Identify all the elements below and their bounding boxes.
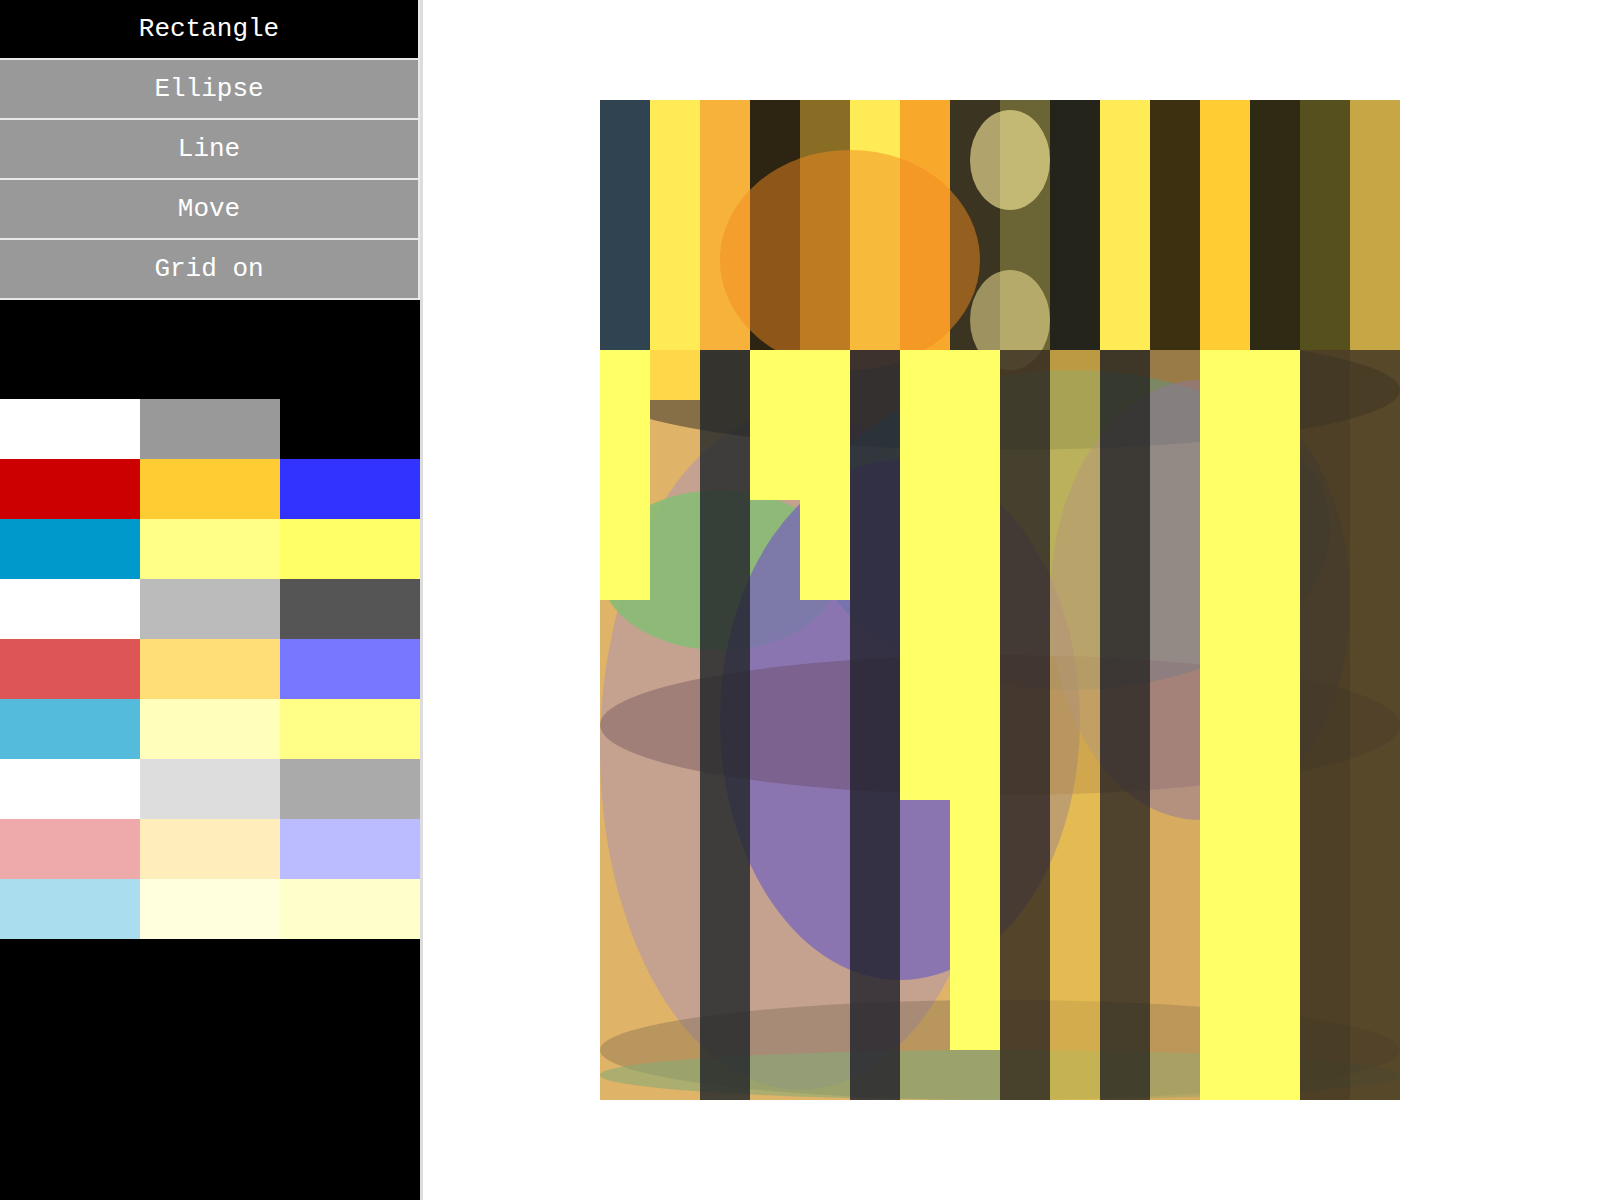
drawing-canvas[interactable] xyxy=(600,100,1400,1100)
tool-button[interactable]: Rectangle xyxy=(0,0,420,60)
color-swatch[interactable] xyxy=(140,639,280,699)
color-swatch[interactable] xyxy=(0,879,140,939)
color-swatch[interactable] xyxy=(280,819,420,879)
color-swatch[interactable] xyxy=(140,759,280,819)
color-swatch[interactable] xyxy=(0,819,140,879)
color-swatch[interactable] xyxy=(140,699,280,759)
tool-button[interactable]: Grid on xyxy=(0,240,420,300)
color-swatch[interactable] xyxy=(280,519,420,579)
tool-button[interactable]: Move xyxy=(0,180,420,240)
color-swatch[interactable] xyxy=(280,399,420,459)
color-swatch[interactable] xyxy=(140,579,280,639)
color-swatch[interactable] xyxy=(280,639,420,699)
color-swatch[interactable] xyxy=(140,459,280,519)
color-swatch[interactable] xyxy=(280,759,420,819)
color-swatch[interactable] xyxy=(0,579,140,639)
color-swatch[interactable] xyxy=(0,699,140,759)
color-swatch[interactable] xyxy=(140,399,280,459)
color-swatch[interactable] xyxy=(0,519,140,579)
sidebar: RectangleEllipseLineMoveGrid on xyxy=(0,0,423,1200)
spacer xyxy=(0,300,420,399)
color-swatch[interactable] xyxy=(140,519,280,579)
toolbar: RectangleEllipseLineMoveGrid on xyxy=(0,0,420,300)
color-swatch[interactable] xyxy=(0,759,140,819)
app: RectangleEllipseLineMoveGrid on xyxy=(0,0,1600,1200)
color-swatch[interactable] xyxy=(140,819,280,879)
tool-button[interactable]: Ellipse xyxy=(0,60,420,120)
color-swatch[interactable] xyxy=(280,579,420,639)
color-swatch[interactable] xyxy=(0,399,140,459)
color-palette xyxy=(0,399,420,939)
color-swatch[interactable] xyxy=(280,699,420,759)
color-swatch[interactable] xyxy=(280,459,420,519)
color-swatch[interactable] xyxy=(280,879,420,939)
color-swatch[interactable] xyxy=(140,879,280,939)
color-swatch[interactable] xyxy=(0,459,140,519)
canvas-area xyxy=(423,0,1600,1200)
tool-button[interactable]: Line xyxy=(0,120,420,180)
color-swatch[interactable] xyxy=(0,639,140,699)
